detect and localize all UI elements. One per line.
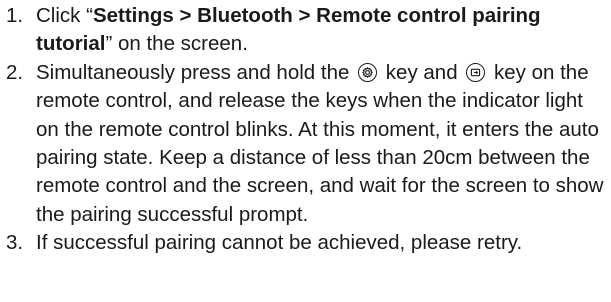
step-number: 3. xyxy=(6,231,24,255)
step-1-suffix: ” on the screen. xyxy=(105,32,248,56)
step-1: 1. Click “Settings > Bluetooth > Remote c… xyxy=(0,2,611,59)
settings-gear-icon xyxy=(358,62,378,82)
step-2-text-part3: key on the remote control, and release t… xyxy=(36,60,604,226)
instructions-document: 1. Click “Settings > Bluetooth > Remote c… xyxy=(0,2,611,258)
step-3-text: If successful pairing cannot be achieved… xyxy=(36,231,523,255)
step-number: 1. xyxy=(6,4,24,27)
step-2: 2. Simultaneously press and hold the key … xyxy=(0,59,611,229)
step-3: 3. If successful pairing cannot be achiev… xyxy=(0,229,611,257)
step-1-prefix: Click “ xyxy=(36,4,93,27)
step-2-text-part1: Simultaneously press and hold the xyxy=(36,60,350,84)
step-number: 2. xyxy=(6,60,24,84)
step-2-text-part2: key and xyxy=(385,60,458,84)
input-source-icon xyxy=(466,62,486,82)
